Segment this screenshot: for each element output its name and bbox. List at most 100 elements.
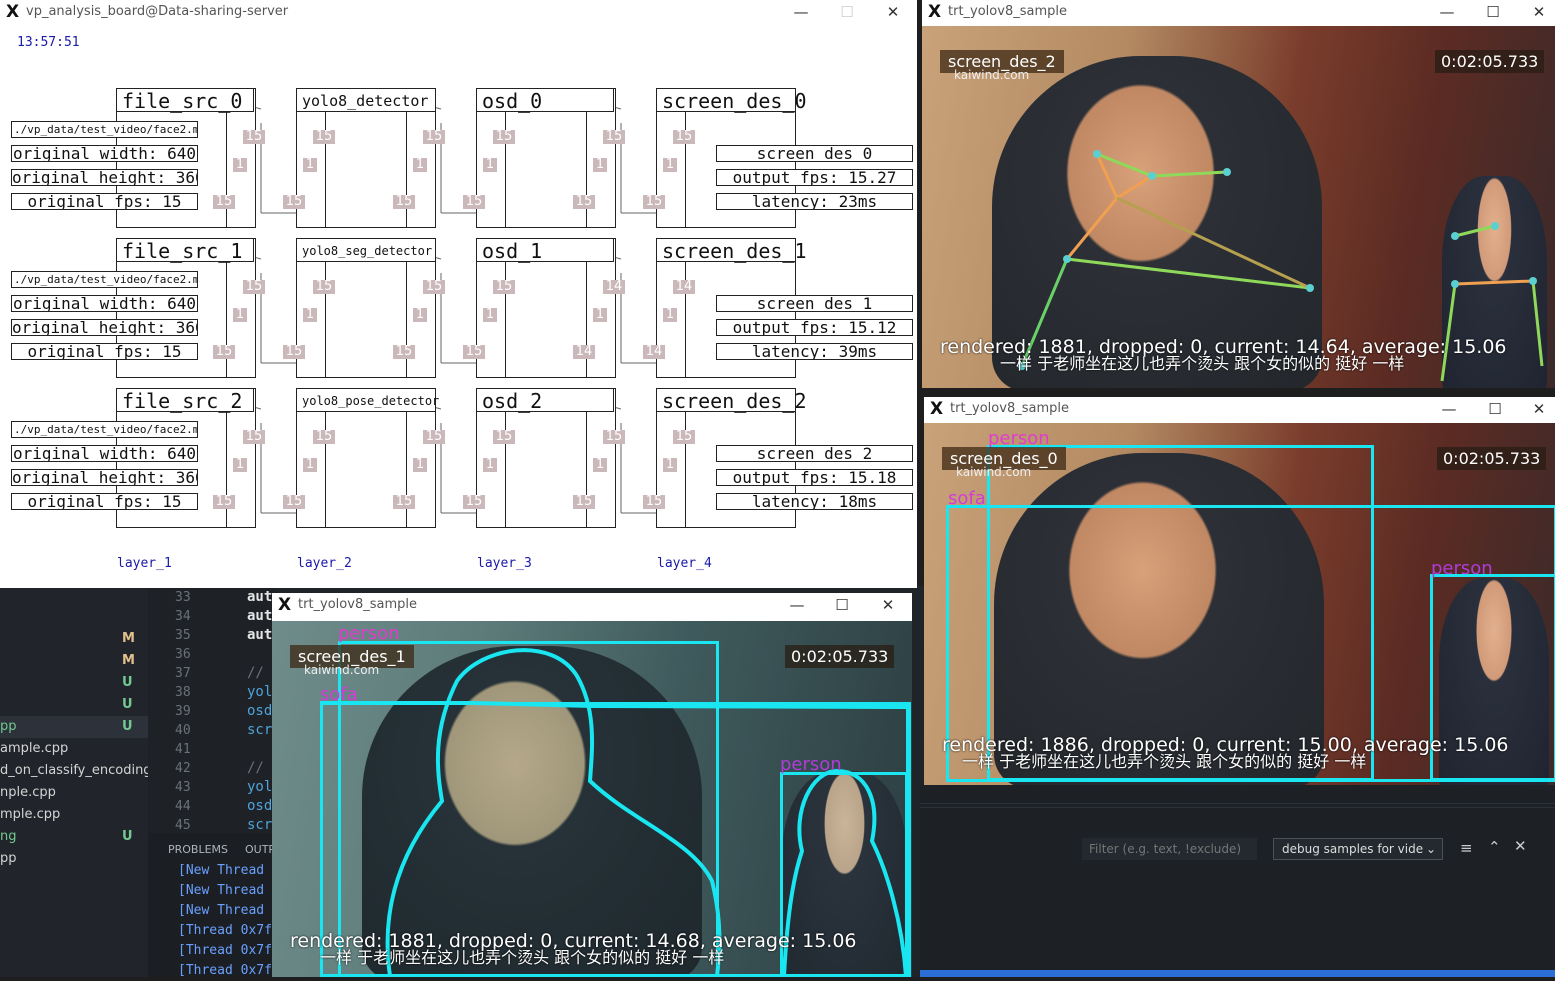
queue-badge: 1	[593, 158, 607, 172]
queue-badge: 15	[213, 195, 235, 209]
segmentation-video-frame: person sofa person screen_des_1 kaiwind.…	[272, 621, 912, 977]
explorer-file-item[interactable]: ample.cpp	[0, 738, 148, 760]
x11-logo-icon: X	[278, 595, 292, 615]
tab-problems[interactable]: PROBLEMS	[168, 843, 228, 856]
code-line[interactable]: //	[218, 664, 278, 683]
pose-video-frame: screen_des_2 kaiwind.com 0:02:05.733 ren…	[922, 26, 1555, 388]
close-button[interactable]: ✕	[1524, 0, 1554, 24]
queue-badge: 1	[483, 458, 497, 472]
detector-node-title: yolo8_detector	[296, 88, 436, 112]
source-node-title: file_src_1	[116, 238, 254, 263]
original-width: original_width: 640	[11, 445, 198, 462]
queue-badge: 1	[663, 458, 677, 472]
queue-badge: 1	[413, 458, 427, 472]
output-fps: output_fps: 15.12	[716, 319, 913, 336]
osd-node-title: osd_0	[476, 88, 614, 113]
line-number: 38	[175, 685, 191, 700]
maximize-button[interactable]: ☐	[1478, 0, 1508, 24]
explorer-file-item[interactable]: ng U	[0, 826, 148, 848]
code-line[interactable]: scr	[218, 721, 278, 740]
git-status-badge: U	[122, 697, 133, 712]
code-line[interactable]: aut	[218, 588, 278, 607]
original-height: original_height: 360	[11, 169, 198, 186]
terminal-line: [New Thread	[178, 883, 265, 898]
code-line[interactable]	[218, 740, 278, 759]
code-line[interactable]: yol	[218, 778, 278, 797]
timestamp: 0:02:05.733	[1435, 50, 1545, 73]
explorer-file-item[interactable]: mple.cpp	[0, 804, 148, 826]
minimize-button[interactable]: —	[782, 593, 812, 617]
minimize-button[interactable]: —	[1434, 397, 1464, 421]
minimize-button[interactable]: —	[1432, 0, 1462, 24]
screen-name: screen_des_0	[716, 145, 913, 162]
original-fps: original_fps: 15	[11, 343, 198, 360]
line-number: 39	[175, 704, 191, 719]
queue-badge: 14	[573, 345, 595, 359]
queue-badge: 15	[313, 430, 335, 444]
window-title: trt_yolov8_sample	[950, 401, 1069, 416]
code-line[interactable]: osd	[218, 702, 278, 721]
queue-badge: 15	[283, 195, 305, 209]
queue-badge: 1	[413, 158, 427, 172]
segmentation-window-titlebar: X trt_yolov8_sample — ☐ ✕	[272, 593, 912, 617]
line-number: 41	[175, 742, 191, 757]
output-channel-select[interactable]: debug samples for vide ⌄	[1273, 838, 1443, 860]
queue-badge: 15	[243, 130, 265, 144]
chevron-down-icon: ⌄	[1425, 842, 1436, 856]
queue-badge: 15	[463, 345, 485, 359]
queue-badge: 15	[493, 130, 515, 144]
queue-badge: 1	[593, 458, 607, 472]
original-height: original_height: 360	[11, 319, 198, 336]
output-fps: output_fps: 15.27	[716, 169, 913, 186]
code-line[interactable]	[218, 645, 278, 664]
code-line[interactable]: yol	[218, 683, 278, 702]
code-line[interactable]: aut	[218, 626, 278, 645]
explorer-file-item[interactable]: pp	[0, 848, 148, 870]
editor-gutter: 33 34 35 36 37 38 39 40 41 42 43 44 45	[148, 588, 218, 833]
output-filter-input[interactable]	[1082, 838, 1257, 860]
explorer-file-item[interactable]: U	[0, 672, 148, 694]
osd-node-title: osd_2	[476, 388, 614, 413]
queue-badge: 1	[233, 308, 247, 322]
timestamp: 0:02:05.733	[1437, 447, 1547, 470]
pipeline-graph: file_src_0 yolo8_detector osd_0 screen_des_…	[0, 0, 917, 588]
queue-badge: 15	[393, 195, 415, 209]
maximize-button[interactable]: ☐	[827, 593, 857, 617]
terminal-line: [New Thread	[178, 903, 265, 918]
queue-badge: 15	[463, 495, 485, 509]
queue-badge: 15	[603, 430, 625, 444]
editor-code: aut aut aut//yol osd scr//yol osd scr	[218, 588, 278, 833]
explorer-file-item[interactable]: M	[0, 628, 148, 650]
explorer-file-item[interactable]: U	[0, 694, 148, 716]
close-button[interactable]: ✕	[1524, 397, 1554, 421]
git-status-badge: U	[122, 829, 133, 844]
original-fps: original_fps: 15	[11, 193, 198, 210]
explorer-file-item[interactable]: d_on_classify_encoding_...	[0, 760, 170, 782]
list-icon[interactable]: ≡	[1460, 839, 1473, 857]
explorer-file-item[interactable]: nple.cpp	[0, 782, 148, 804]
explorer-file-item[interactable]: pp U	[0, 716, 148, 738]
queue-badge: 15	[643, 495, 665, 509]
queue-badge: 1	[303, 458, 317, 472]
line-number: 35	[175, 628, 191, 643]
layer-label-4: layer_4	[657, 556, 712, 571]
explorer-file-item[interactable]: M	[0, 650, 148, 672]
bottom-panel: PROBLEMS OUTP [New Thread [New Thread [New…	[148, 833, 283, 978]
code-line[interactable]: osd	[218, 797, 278, 816]
maximize-button[interactable]: ☐	[1480, 397, 1510, 421]
code-line[interactable]: aut	[218, 607, 278, 626]
file-name: nple.cpp	[0, 785, 56, 800]
close-icon[interactable]: ✕	[1514, 837, 1527, 855]
terminal-line: [New Thread	[178, 863, 265, 878]
queue-badge: 15	[603, 130, 625, 144]
chevron-up-icon[interactable]: ⌃	[1488, 838, 1501, 856]
status-bar	[920, 970, 1555, 977]
source-path: ./vp_data/test_video/face2.mp4	[11, 121, 198, 138]
queue-badge: 1	[413, 308, 427, 322]
line-number: 36	[175, 647, 191, 662]
close-button[interactable]: ✕	[873, 593, 903, 617]
code-line[interactable]: //	[218, 759, 278, 778]
source-path: ./vp_data/test_video/face2.mp4	[11, 421, 198, 438]
watermark: kaiwind.com	[304, 663, 380, 677]
tab-output[interactable]: OUTP	[245, 843, 275, 856]
